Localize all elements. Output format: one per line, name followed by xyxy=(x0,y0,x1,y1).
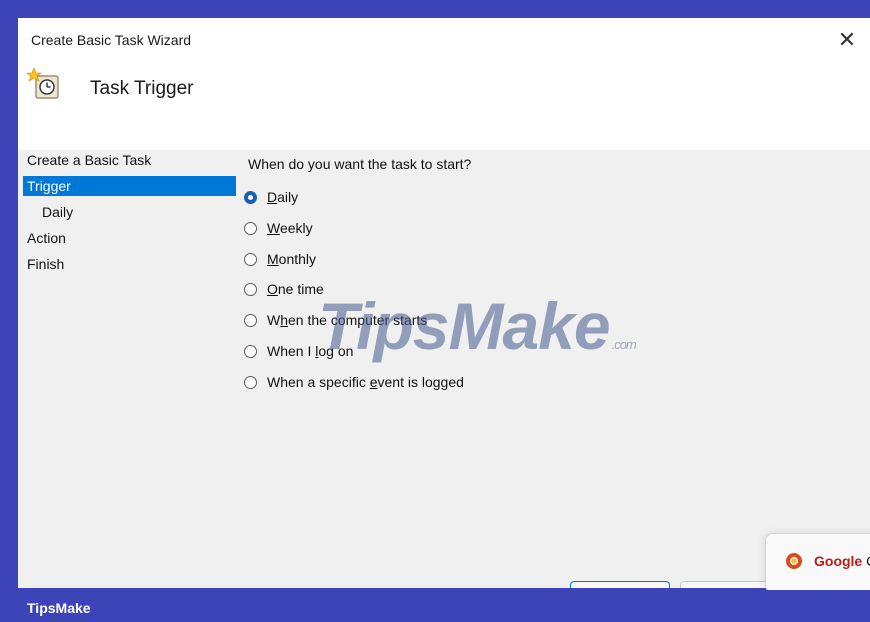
radio-unselected[interactable] xyxy=(244,344,257,358)
trigger-option-label: When a specific event is logged xyxy=(267,374,464,390)
trigger-option[interactable]: One time xyxy=(244,278,324,300)
notification-app-name: Google xyxy=(814,553,863,569)
wizard-header: Task Trigger xyxy=(18,62,870,150)
trigger-option-label: One time xyxy=(267,281,324,297)
trigger-option-label: Daily xyxy=(267,189,299,205)
trigger-option[interactable]: Daily xyxy=(244,186,298,208)
radio-unselected[interactable] xyxy=(244,313,257,327)
trigger-option[interactable]: When I log on xyxy=(244,340,353,362)
nav-step-create-basic-task[interactable]: Create a Basic Task xyxy=(27,150,151,170)
trigger-option-label: When I log on xyxy=(267,343,354,359)
radio-selected[interactable] xyxy=(244,190,257,204)
nav-step-action[interactable]: Action xyxy=(27,228,66,248)
nav-step-finish[interactable]: Finish xyxy=(27,254,64,274)
notification-rest: C xyxy=(862,553,870,569)
radio-unselected[interactable] xyxy=(244,375,257,389)
trigger-options-panel: When do you want the task to start? Dail… xyxy=(244,150,848,588)
trigger-option-label: Monthly xyxy=(267,251,317,267)
back-button[interactable] xyxy=(570,581,670,588)
notification-text: Google C xyxy=(814,553,870,569)
nav-step-trigger[interactable]: Trigger xyxy=(23,176,236,196)
trigger-option-label: Weekly xyxy=(267,220,313,236)
title-bar: Create Basic Task Wizard ✕ xyxy=(18,18,870,62)
trigger-option[interactable]: Monthly xyxy=(244,248,316,270)
trigger-option[interactable]: When the computer starts xyxy=(244,309,427,331)
window-title: Create Basic Task Wizard xyxy=(31,32,192,48)
radio-unselected[interactable] xyxy=(244,252,257,266)
close-icon: ✕ xyxy=(837,27,857,52)
footer-bar: TipsMake xyxy=(0,590,870,622)
chrome-icon xyxy=(786,553,802,569)
google-chrome-notification[interactable]: Google C xyxy=(765,533,870,593)
trigger-option[interactable]: Weekly xyxy=(244,217,313,239)
nav-step-daily[interactable]: Daily xyxy=(42,202,73,222)
footer-brand: TipsMake xyxy=(27,600,91,616)
trigger-option[interactable]: When a specific event is logged xyxy=(244,371,464,393)
scheduled-task-clock-icon xyxy=(26,68,59,99)
radio-unselected[interactable] xyxy=(244,282,257,296)
page-title: Task Trigger xyxy=(90,78,194,99)
task-wizard-window: Create Basic Task Wizard ✕ Task Trigger … xyxy=(18,18,870,588)
close-button[interactable]: ✕ xyxy=(824,18,870,62)
wizard-steps-nav: Create a Basic Task Trigger Daily Action… xyxy=(18,150,238,588)
trigger-option-label: When the computer starts xyxy=(267,312,428,328)
question-label: When do you want the task to start? xyxy=(248,156,472,172)
radio-unselected[interactable] xyxy=(244,221,257,235)
